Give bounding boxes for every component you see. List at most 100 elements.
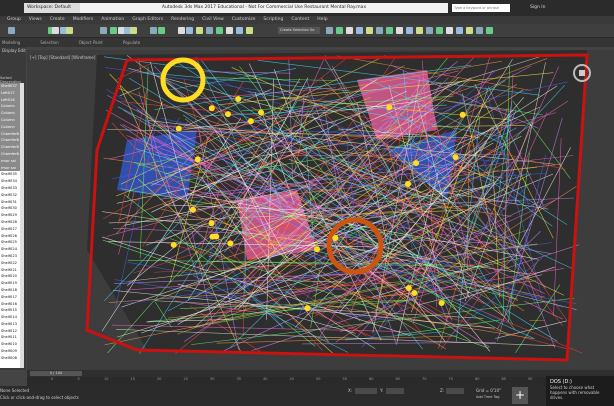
list-item[interactable]: Column [0,123,20,131]
search-input[interactable]: Type a keyword or phrase [452,4,510,12]
list-scrollbar[interactable] [20,83,24,368]
toolbar-tool-icon[interactable] [100,27,107,34]
menu-group[interactable]: Group [7,16,21,24]
tab-edit[interactable]: Edit [18,48,26,53]
list-item[interactable]: rmor sai [0,164,20,172]
list-item[interactable]: Shelf018 [0,287,20,294]
toolbar-tool-icon[interactable] [66,27,73,34]
list-item[interactable]: ChamferB [0,150,20,158]
menu-views[interactable]: Views [29,16,42,24]
ribbon-tab-object-paint[interactable]: Object Paint [79,38,103,47]
list-item[interactable]: Shelf023 [0,253,20,260]
list-item[interactable]: Shelf013 [0,321,20,328]
selection-set-dropdown[interactable]: Create Selection Se [278,27,320,34]
list-item[interactable]: Shelf015 [0,307,20,314]
toolbar-tool-icon[interactable] [216,27,223,34]
list-item[interactable]: Shelf009 [0,348,20,355]
list-item[interactable]: Shelf021 [0,267,20,274]
list-item[interactable]: Column [0,116,20,124]
add-time-tag-button[interactable]: Add Time Tag [476,395,500,399]
list-item[interactable]: Shelf035 [0,171,20,178]
menu-graph-editors[interactable]: Graph Editors [132,16,163,24]
list-item[interactable]: Shelf008 [0,355,20,362]
list-item[interactable]: Shelf022 [0,260,20,267]
list-item[interactable]: Shelf010 [0,341,20,348]
workspace-dropdown[interactable]: Workspace: Default [24,3,80,13]
toolbar-tool-icon[interactable] [486,27,493,34]
list-item[interactable]: Shelf025 [0,239,20,246]
toolbar-tool-icon[interactable] [178,27,185,34]
menu-content[interactable]: Content [291,16,309,24]
menu-create[interactable]: Create [50,16,65,24]
toolbar-tool-icon[interactable] [456,27,463,34]
time-slider[interactable]: 0 / 100 [30,371,82,376]
menu-civil-view[interactable]: Civil View [202,16,224,24]
list-item[interactable]: Shelf024 [0,246,20,253]
menu-scripting[interactable]: Scripting [263,16,283,24]
toolbar-tool-icon[interactable] [376,27,383,34]
toolbar-tool-icon[interactable] [150,27,157,34]
list-item[interactable]: Shelf037 [0,83,20,90]
toolbar-tool-icon[interactable] [158,27,165,34]
toolbar-tool-icon[interactable] [196,27,203,34]
list-item[interactable]: Shelf029 [0,212,20,219]
list-item[interactable]: Left017 [0,89,20,97]
list-item[interactable]: Shelf031 [0,199,20,206]
viewport-top[interactable] [27,50,614,370]
toolbar-tool-icon[interactable] [396,27,403,34]
scene-object-list[interactable]: Shelf037 Left017 Left016 Column Column Column… [0,83,20,368]
menu-animation[interactable]: Animation [101,16,124,24]
list-item[interactable]: Shelf017 [0,294,20,301]
toolbar-tool-icon[interactable] [130,27,137,34]
autoplay-notification[interactable]: DOS (D:) Select to choose what happens w… [546,376,614,406]
list-item[interactable]: Shelf028 [0,219,20,226]
list-item[interactable]: Shelf026 [0,233,20,240]
y-coordinate-field[interactable] [386,388,404,394]
sign-in-button[interactable]: Sign In [530,3,545,13]
toolbar-tool-icon[interactable] [416,27,423,34]
tab-display[interactable]: Display [2,48,17,53]
ribbon-tab-populate[interactable]: Populate [123,38,140,47]
list-item[interactable]: Shelf034 [0,178,20,185]
toolbar-tool-icon[interactable] [246,27,253,34]
toolbar-tool-icon[interactable] [476,27,483,34]
viewcube-icon[interactable] [573,64,591,82]
toolbar-tool-icon[interactable] [406,27,413,34]
toolbar-tool-icon[interactable] [446,27,453,34]
toolbar-tool-icon[interactable] [8,27,15,34]
toolbar-tool-icon[interactable] [206,27,213,34]
plus-icon[interactable]: + [512,387,528,404]
toolbar-tool-icon[interactable] [336,27,343,34]
toolbar-tool-icon[interactable] [226,27,233,34]
list-item[interactable]: Shelf027 [0,226,20,233]
list-item[interactable]: Shelf011 [0,334,20,341]
list-item[interactable]: ChamferB [0,130,20,138]
toolbar-tool-icon[interactable] [426,27,433,34]
z-coordinate-field[interactable] [446,388,464,394]
timeline-ruler[interactable]: 05101520253035404550556065707580859095 [27,377,614,386]
toolbar-tool-icon[interactable] [436,27,443,34]
toolbar-tool-icon[interactable] [236,27,243,34]
list-item[interactable]: Shelf019 [0,280,20,287]
list-item[interactable]: Left016 [0,96,20,104]
scene-explorer-tabs[interactable]: Display Edit [0,47,26,55]
toolbar-tool-icon[interactable] [366,27,373,34]
list-item[interactable]: Column [0,103,20,111]
list-item[interactable]: Shelf020 [0,273,20,280]
list-item[interactable]: ChamferB [0,144,20,151]
toolbar-tool-icon[interactable] [110,27,117,34]
list-item[interactable]: ChamferB [0,137,20,145]
menu-modifiers[interactable]: Modifiers [73,16,94,24]
toolbar-tool-icon[interactable] [346,27,353,34]
toolbar-tool-icon[interactable] [356,27,363,34]
list-item[interactable]: Column [0,110,20,117]
list-item[interactable]: Shelf030 [0,205,20,212]
list-item[interactable]: Shelf014 [0,314,20,321]
menu-rendering[interactable]: Rendering [171,16,194,24]
toolbar-tool-icon[interactable] [466,27,473,34]
ribbon-tab-selection[interactable]: Selection [40,38,58,47]
list-item[interactable]: Shelf012 [0,328,20,335]
x-coordinate-field[interactable] [355,388,377,394]
menu-customize[interactable]: Customize [232,16,256,24]
viewport-label[interactable]: [+] [Top] [Standard] [Wireframe] [30,55,95,60]
